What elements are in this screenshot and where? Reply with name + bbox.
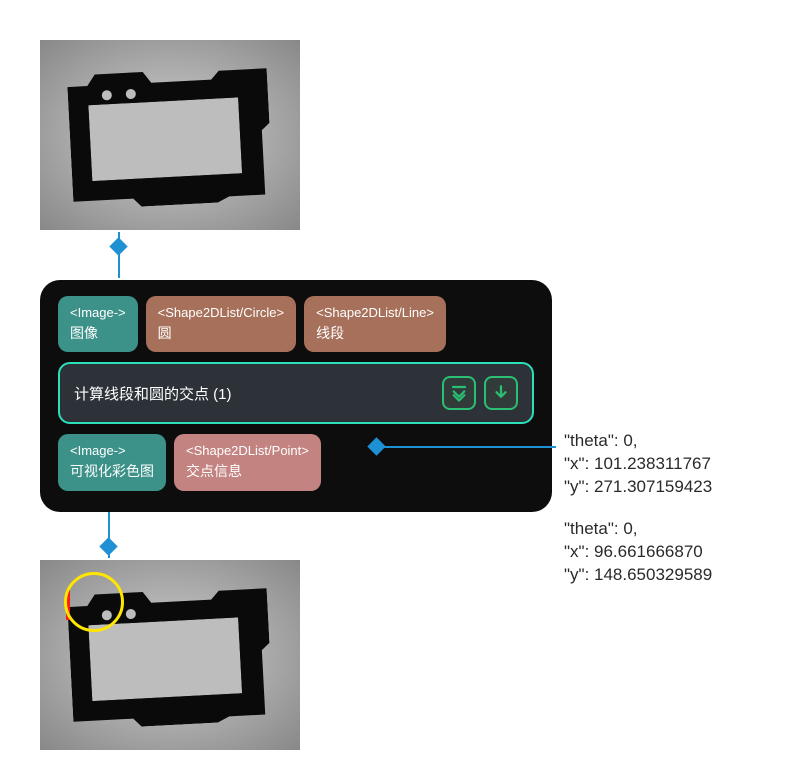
input-port-image[interactable]: <Image-> 图像 (58, 296, 138, 352)
output-port-row: <Image-> 可视化彩色图 <Shape2DList/Point> 交点信息 (58, 434, 534, 490)
expand-button[interactable] (442, 376, 476, 410)
node-title: 计算线段和圆的交点 (1) (74, 383, 232, 404)
output-port-image[interactable]: <Image-> 可视化彩色图 (58, 434, 166, 490)
port-type: <Image-> (70, 442, 154, 460)
port-label: 交点信息 (186, 462, 309, 481)
point-y: "y": 148.650329589 (564, 564, 712, 587)
point-x: "x": 101.238311767 (564, 453, 712, 476)
output-image-thumbnail (40, 560, 300, 750)
point-theta: "theta": 0, (564, 430, 712, 453)
port-type: <Shape2DList/Point> (186, 442, 309, 460)
port-label: 可视化彩色图 (70, 462, 154, 481)
port-label: 图像 (70, 324, 126, 343)
input-port-line[interactable]: <Shape2DList/Line> 线段 (304, 296, 446, 352)
output-port-point[interactable]: <Shape2DList/Point> 交点信息 (174, 434, 321, 490)
node-panel: <Image-> 图像 <Shape2DList/Circle> 圆 <Shap… (40, 280, 552, 512)
point-y: "y": 271.307159423 (564, 476, 712, 499)
detected-circle-marker (64, 572, 124, 632)
node-body[interactable]: 计算线段和圆的交点 (1) (58, 362, 534, 424)
port-type: <Image-> (70, 304, 126, 322)
point-theta: "theta": 0, (564, 518, 712, 541)
point-info-0: "theta": 0, "x": 101.238311767 "y": 271.… (564, 430, 712, 499)
port-label: 圆 (158, 324, 284, 343)
run-icon (492, 384, 510, 402)
point-info-1: "theta": 0, "x": 96.661666870 "y": 148.6… (564, 518, 712, 587)
input-port-row: <Image-> 图像 <Shape2DList/Circle> 圆 <Shap… (58, 296, 534, 352)
node-button-group (442, 376, 518, 410)
port-type: <Shape2DList/Line> (316, 304, 434, 322)
part-silhouette (66, 60, 273, 210)
port-label: 线段 (316, 324, 434, 343)
input-image-thumbnail (40, 40, 300, 230)
point-x: "x": 96.661666870 (564, 541, 712, 564)
run-button[interactable] (484, 376, 518, 410)
port-type: <Shape2DList/Circle> (158, 304, 284, 322)
input-port-circle[interactable]: <Shape2DList/Circle> 圆 (146, 296, 296, 352)
connector-line (108, 512, 110, 558)
connector-diamond (109, 237, 127, 255)
expand-icon (450, 384, 468, 402)
connector-line (380, 446, 556, 448)
